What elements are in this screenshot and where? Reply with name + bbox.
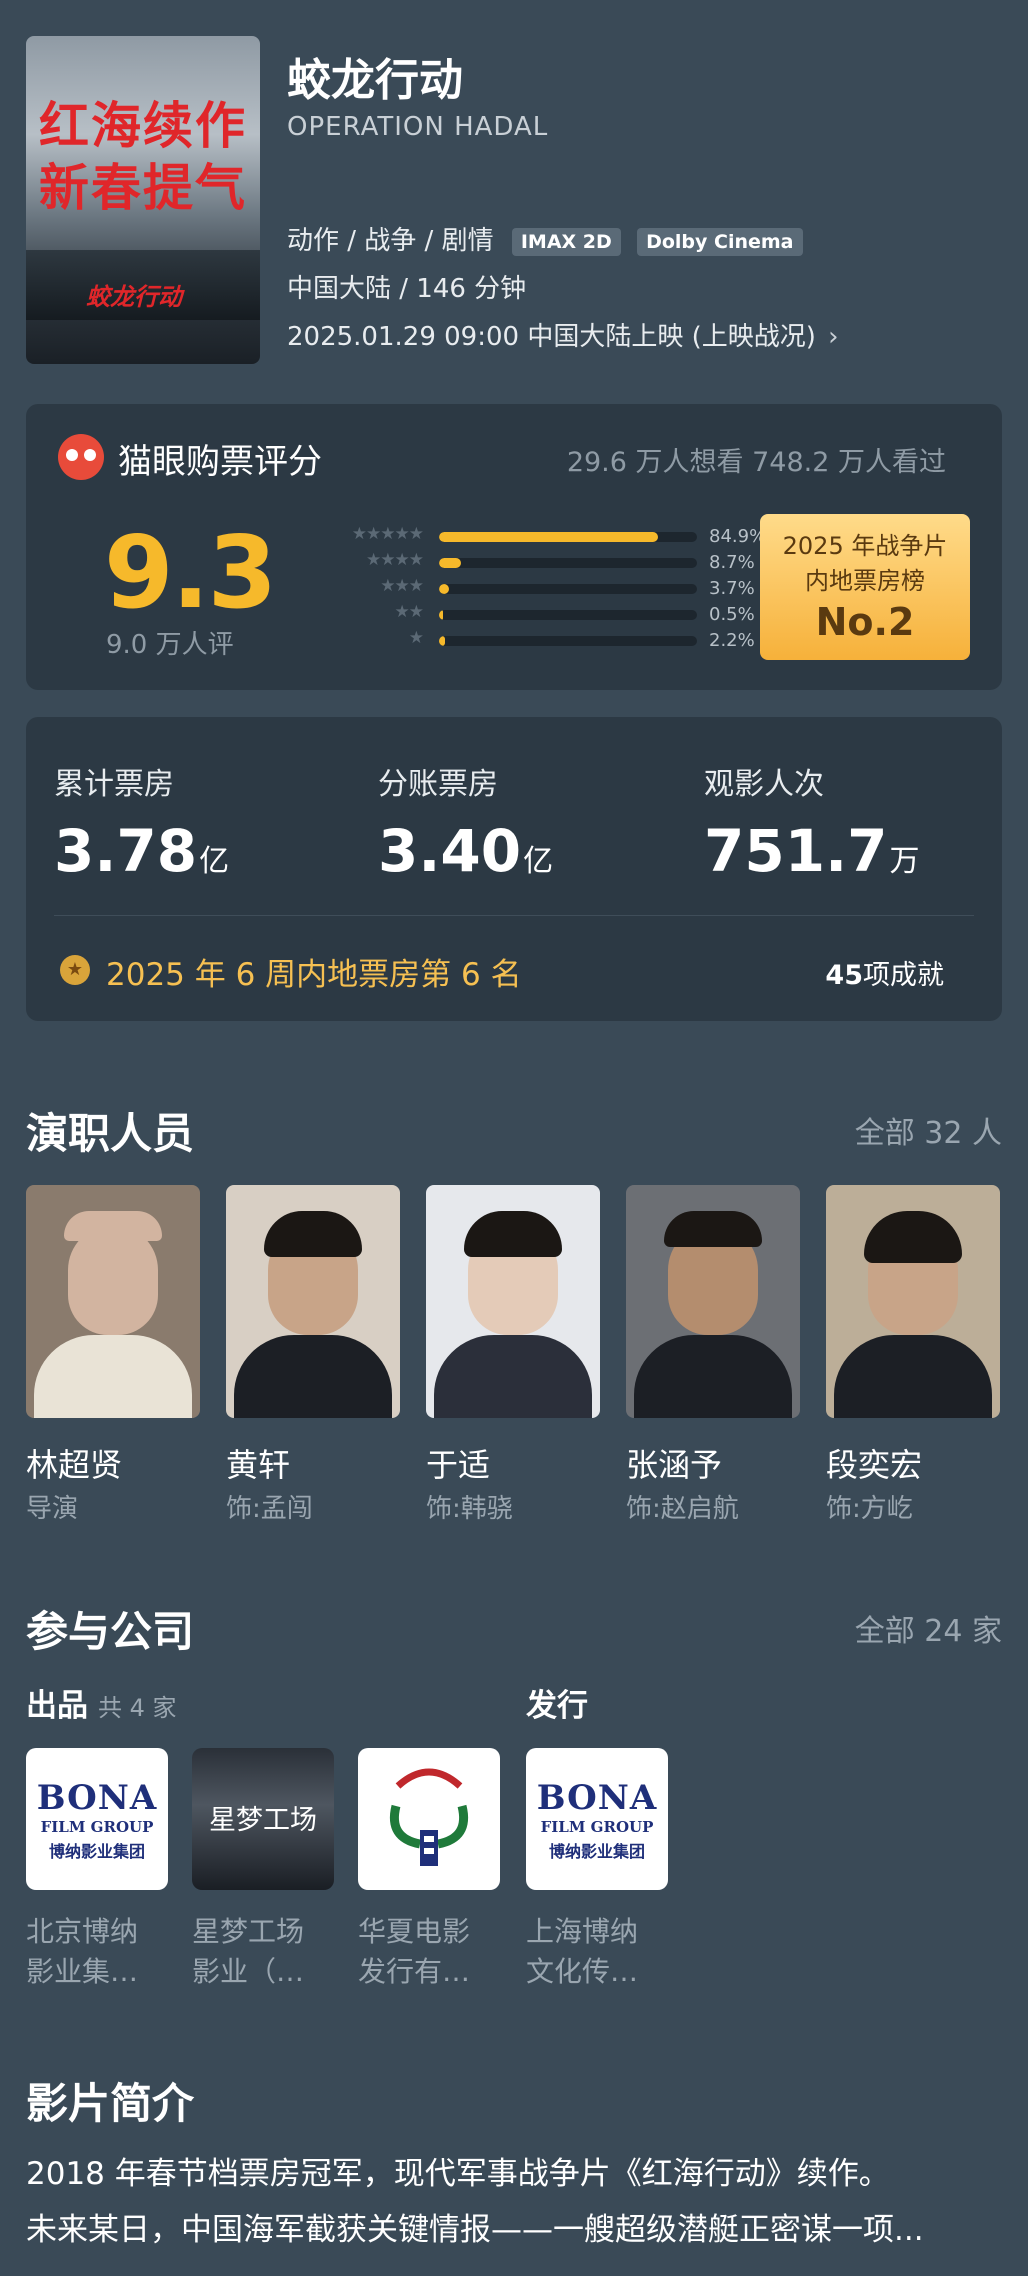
rating-bar-pct: 8.7% (709, 552, 755, 573)
rank-line1: 2025 年战争片 (782, 532, 948, 560)
cast-photo-1[interactable] (26, 1185, 200, 1418)
cast-role-5: 饰:方屹 (826, 1494, 913, 1524)
boxoffice-rank-text[interactable]: 2025 年 6 周内地票房第 6 名 (106, 949, 522, 994)
produce-label: 出品共 4 家 (26, 1688, 177, 1724)
medal-icon: ★ (60, 955, 90, 985)
rating-bar-fill (439, 584, 449, 594)
movie-poster[interactable]: 红海续作 新春提气 蛟龙行动 (26, 36, 260, 364)
stat-value-total: 3.78亿 (54, 817, 230, 885)
rating-score-count: 9.0 万人评 (106, 630, 234, 660)
chevron-right-icon: › (828, 322, 839, 352)
intro-section-title: 影片简介 (26, 2079, 195, 2128)
rating-score: 9.3 (104, 514, 277, 631)
rating-bar-row: ★★★★ 8.7% (311, 550, 771, 573)
boxoffice-card[interactable]: 累计票房 3.78亿 分账票房 3.40亿 观影人次 751.7万 ★ 2025… (26, 717, 1002, 1021)
divider (54, 915, 974, 916)
rating-title: 猫眼购票评分 (118, 442, 322, 482)
rating-bar-track (439, 584, 697, 594)
cast-photo-4[interactable] (626, 1185, 800, 1418)
rating-bar-track (439, 532, 697, 542)
rating-bar-row: ★ 2.2% (311, 628, 771, 651)
cast-name-1[interactable]: 林超贤 (26, 1440, 122, 1486)
company-logo-2[interactable]: 星梦工场 (192, 1748, 334, 1890)
cast-name-2[interactable]: 黄轩 (226, 1440, 290, 1486)
rank-line2: 内地票房榜 (805, 567, 925, 595)
stat-label-total: 累计票房 (54, 767, 174, 802)
star-icon-group: ★★★★★ (351, 524, 424, 544)
maoyan-cat-icon (58, 434, 104, 480)
companies-section-title: 参与公司 (26, 1607, 195, 1656)
cast-section-title: 演职人员 (26, 1109, 195, 1158)
star-icon-group: ★★★ (380, 576, 424, 596)
cast-photo-2[interactable] (226, 1185, 400, 1418)
poster-logo: 蛟龙行动 (86, 283, 182, 311)
region-duration: 中国大陆 / 146 分钟 (287, 274, 527, 304)
cast-name-4[interactable]: 张涵予 (626, 1440, 722, 1486)
tag-dolby: Dolby Cinema (637, 227, 803, 256)
release-text: 2025.01.29 09:00 中国大陆上映 (上映战况) (287, 322, 816, 352)
rank-number: No.2 (815, 600, 915, 644)
rank-badge[interactable]: 2025 年战争片 内地票房榜 No.2 (760, 514, 970, 660)
movie-title-en: OPERATION HADAL (287, 112, 549, 142)
star-icon-group: ★ (408, 628, 424, 648)
cast-photo-5[interactable] (826, 1185, 1000, 1418)
rating-bar-pct: 84.9% (709, 526, 767, 547)
company-name-4[interactable]: 上海博纳 文化传… (526, 1912, 676, 1992)
rating-bar-row: ★★★★★ 84.9% (311, 524, 771, 547)
tag-imax: IMAX 2D (511, 227, 621, 256)
rating-bar-pct: 2.2% (709, 630, 755, 651)
companies-more-link[interactable]: 全部 24 家 (855, 1606, 1002, 1650)
rating-bar-track (439, 636, 697, 646)
rating-bar-fill (439, 532, 659, 542)
stat-label-viewers: 观影人次 (704, 767, 824, 802)
cast-more-link[interactable]: 全部 32 人 (855, 1108, 1002, 1152)
rating-bar-row: ★★ 0.5% (311, 602, 771, 625)
cast-role-3: 饰:韩骁 (426, 1494, 513, 1524)
achievements-link[interactable]: 45项成就 (825, 953, 944, 992)
rating-bar-fill (439, 610, 443, 620)
produce-count: 共 4 家 (98, 1694, 177, 1722)
genre-line: 动作 / 战争 / 剧情 IMAX 2D Dolby Cinema (287, 220, 803, 257)
rating-card[interactable]: 猫眼购票评分 29.6 万人想看 748.2 万人看过 9.3 9.0 万人评 … (26, 404, 1002, 690)
cast-role-2: 饰:孟闯 (226, 1494, 313, 1524)
rating-counts: 29.6 万人想看 748.2 万人看过 (566, 447, 946, 478)
rating-bar-fill (439, 558, 462, 568)
star-icon-group: ★★★★ (366, 550, 424, 570)
cast-role-4: 饰:赵启航 (626, 1494, 739, 1524)
stat-value-split: 3.40亿 (378, 817, 554, 885)
company-name-2[interactable]: 星梦工场 影业（… (192, 1912, 342, 1992)
rating-bar-track (439, 558, 697, 568)
intro-line-2[interactable]: 未来某日，中国海军截获关键情报——一艘超级潜艇正密谋一项... (26, 2204, 924, 2249)
cast-role-1: 导演 (26, 1494, 79, 1524)
cast-name-3[interactable]: 于适 (426, 1440, 490, 1486)
rating-bar-pct: 3.7% (709, 578, 755, 599)
genres: 动作 / 战争 / 剧情 (287, 226, 494, 256)
cast-photo-3[interactable] (426, 1185, 600, 1418)
star-icon-group: ★★ (394, 602, 425, 622)
intro-line-1[interactable]: 2018 年春节档票房冠军，现代军事战争片《红海行动》续作。 (26, 2148, 890, 2193)
stat-value-viewers: 751.7万 (704, 817, 920, 885)
poster-text-line2: 新春提气 (39, 159, 247, 217)
company-logo-1[interactable]: BONA FILM GROUP 博纳影业集团 (26, 1748, 168, 1890)
rating-bar-fill (439, 636, 445, 646)
company-name-3[interactable]: 华夏电影 发行有… (358, 1912, 508, 1992)
company-logo-3[interactable] (358, 1748, 500, 1890)
stat-label-split: 分账票房 (378, 767, 498, 802)
distribute-label: 发行 (526, 1688, 588, 1724)
release-line[interactable]: 2025.01.29 09:00 中国大陆上映 (上映战况) › (287, 316, 839, 353)
company-logo-4[interactable]: BONA FILM GROUP 博纳影业集团 (526, 1748, 668, 1890)
cast-name-5[interactable]: 段奕宏 (826, 1440, 922, 1486)
company-name-1[interactable]: 北京博纳 影业集… (26, 1912, 176, 1992)
huaxia-logo-icon (390, 1768, 468, 1866)
rating-bar-pct: 0.5% (709, 604, 755, 625)
rating-bar-track (439, 610, 697, 620)
movie-title: 蛟龙行动 (287, 55, 463, 106)
rating-bar-row: ★★★ 3.7% (311, 576, 771, 599)
